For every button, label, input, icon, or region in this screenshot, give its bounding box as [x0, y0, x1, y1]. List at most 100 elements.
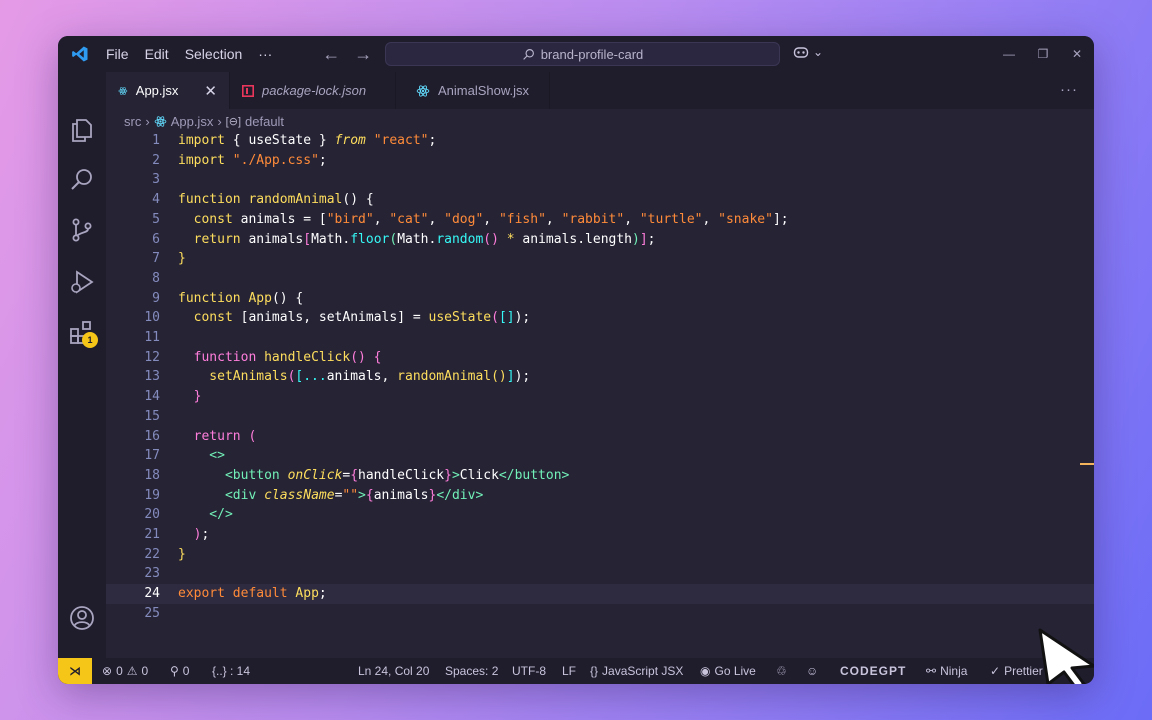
- code-line[interactable]: 11: [106, 328, 1094, 348]
- tab-label: package-lock.json: [262, 83, 367, 98]
- more-actions-icon[interactable]: ···: [1060, 81, 1078, 98]
- menu-selection[interactable]: Selection: [177, 46, 251, 62]
- minimize-icon[interactable]: —: [992, 36, 1026, 72]
- menu-file[interactable]: File: [98, 46, 137, 62]
- line-number: 21: [144, 527, 160, 542]
- ports-status[interactable]: ⚲ 0: [170, 664, 189, 678]
- explorer-icon[interactable]: [68, 116, 96, 144]
- line-number: 18: [144, 467, 160, 483]
- code-line[interactable]: 16 return (: [106, 427, 1094, 447]
- remote-icon[interactable]: ⋊: [58, 658, 92, 684]
- chevron-down-icon: ⌄: [813, 45, 824, 59]
- activity-bar: 1: [58, 72, 106, 681]
- scrollbar-marker[interactable]: [1080, 463, 1094, 465]
- command-center-search[interactable]: brand-profile-card: [385, 42, 780, 66]
- line-number: 11: [144, 330, 160, 345]
- problems-status[interactable]: ⊗ 0 ⚠ 0: [102, 664, 148, 678]
- vscode-logo-icon[interactable]: [62, 36, 98, 72]
- code-line[interactable]: 4 function randomAnimal() {: [106, 190, 1094, 210]
- code-line[interactable]: 7}: [106, 249, 1094, 269]
- line-number: 5: [152, 211, 160, 227]
- code-line[interactable]: 14 }: [106, 387, 1094, 407]
- code-line[interactable]: 13 setAnimals([...animals, randomAnimal(…: [106, 367, 1094, 387]
- eol-status[interactable]: LF: [562, 664, 576, 678]
- code-editor[interactable]: 1 import { useState } from "react"; 2 impo…: [106, 131, 1094, 658]
- copilot-button[interactable]: ⌄: [793, 45, 823, 59]
- line-number: 13: [144, 369, 160, 385]
- code-line[interactable]: 21 );: [106, 525, 1094, 545]
- line-number: 12: [144, 349, 160, 365]
- status-bar: ⋊ ⊗ 0 ⚠ 0 ⚲ 0 {..} : 14 Ln 24, Col 20 Space…: [58, 658, 1094, 684]
- code-line[interactable]: 22}: [106, 545, 1094, 565]
- code-line[interactable]: 19 <div className="">{animals}</div>: [106, 486, 1094, 506]
- chevron-right-icon: ›: [217, 113, 222, 129]
- cursor-position[interactable]: Ln 24, Col 20: [358, 664, 429, 678]
- menu-more[interactable]: ···: [250, 46, 280, 62]
- copilot-status-icon[interactable]: ☺: [806, 664, 818, 678]
- code-line[interactable]: 3: [106, 170, 1094, 190]
- vscode-window: File Edit Selection ··· ← → brand-profil…: [58, 36, 1094, 684]
- code-line[interactable]: 2 import "./App.css";: [106, 151, 1094, 171]
- go-live-button[interactable]: ◉ Go Live: [700, 664, 756, 678]
- line-number: 15: [144, 408, 160, 424]
- broadcast-icon: ⚲: [170, 664, 179, 678]
- code-line[interactable]: 18 <button onClick={handleClick}>Click</…: [106, 466, 1094, 486]
- code-line[interactable]: 9 function App() {: [106, 289, 1094, 309]
- code-line[interactable]: 6 return animals[Math.floor(Math.random(…: [106, 230, 1094, 250]
- search-icon[interactable]: [68, 166, 96, 194]
- source-control-icon[interactable]: [68, 216, 96, 244]
- code-line[interactable]: 8: [106, 269, 1094, 289]
- ninja-button[interactable]: ⚯ Ninja: [926, 664, 967, 678]
- forward-arrow-icon[interactable]: →: [354, 44, 372, 65]
- tab-animalshow-jsx[interactable]: AnimalShow.jsx: [396, 72, 550, 109]
- breadcrumb-file[interactable]: App.jsx: [171, 114, 214, 129]
- run-debug-icon[interactable]: [68, 268, 96, 296]
- code-line[interactable]: 5 const animals = ["bird", "cat", "dog",…: [106, 210, 1094, 230]
- line-number: 2: [152, 152, 160, 168]
- tab-app-jsx[interactable]: App.jsx ✕: [106, 72, 230, 109]
- code-line[interactable]: 10 const [animals, setAnimals] = useStat…: [106, 308, 1094, 328]
- indentation-status[interactable]: Spaces: 2: [445, 664, 498, 678]
- line-number: 19: [144, 487, 160, 503]
- code-line-current[interactable]: 24 export default App;: [106, 584, 1094, 604]
- line-number: 7: [152, 251, 160, 267]
- editor-tabs: App.jsx ✕ package-lock.json AnimalShow.j…: [106, 72, 1094, 109]
- line-number: 24: [144, 586, 160, 602]
- code-line[interactable]: 1 import { useState } from "react";: [106, 131, 1094, 151]
- symbols-status[interactable]: {..} : 14: [212, 664, 250, 678]
- npm-icon: [242, 84, 254, 97]
- search-icon: [522, 48, 534, 60]
- language-mode[interactable]: {} JavaScript JSX: [590, 664, 683, 678]
- tab-label: App.jsx: [135, 83, 179, 98]
- account-icon[interactable]: [68, 604, 96, 632]
- line-number: 4: [152, 192, 160, 208]
- back-arrow-icon[interactable]: ←: [322, 44, 340, 65]
- braces-icon: {}: [590, 664, 599, 678]
- chevron-right-icon: ›: [145, 113, 150, 129]
- breadcrumb-symbol[interactable]: default: [245, 114, 284, 129]
- line-number: 9: [152, 290, 160, 306]
- code-line[interactable]: 23: [106, 564, 1094, 584]
- line-number: 17: [144, 448, 160, 464]
- code-line[interactable]: 25: [106, 604, 1094, 624]
- react-icon: [154, 115, 167, 127]
- code-line[interactable]: 15: [106, 407, 1094, 427]
- maximize-icon[interactable]: ❐: [1026, 36, 1060, 72]
- encoding-status[interactable]: UTF-8: [512, 664, 546, 678]
- code-line[interactable]: 17 <>: [106, 446, 1094, 466]
- line-number: 3: [152, 172, 160, 188]
- code-line[interactable]: 20 </>: [106, 505, 1094, 525]
- react-icon: [118, 86, 128, 95]
- tab-package-lock-json[interactable]: package-lock.json: [230, 72, 396, 109]
- search-text: brand-profile-card: [540, 46, 644, 62]
- code-line[interactable]: 12 function handleClick() {: [106, 348, 1094, 368]
- close-window-icon[interactable]: ✕: [1060, 36, 1094, 72]
- error-icon: ⊗: [102, 664, 113, 678]
- feedback-icon[interactable]: ♲: [776, 664, 787, 678]
- menu-edit[interactable]: Edit: [137, 46, 177, 62]
- close-icon[interactable]: ✕: [204, 82, 217, 100]
- breadcrumb-folder[interactable]: src: [124, 114, 141, 129]
- react-icon: [416, 84, 430, 97]
- codegpt-button[interactable]: CODEGPT: [840, 664, 906, 678]
- mouse-cursor-icon: [1038, 628, 1094, 684]
